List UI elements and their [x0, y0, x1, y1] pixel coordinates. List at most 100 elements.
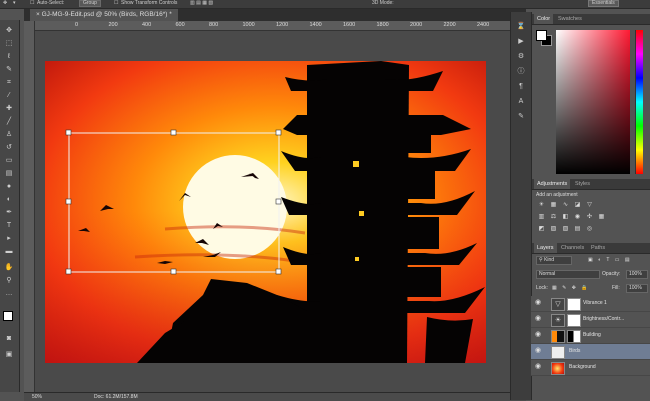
- add-adjustment-label: Add an adjustment: [536, 192, 578, 198]
- bw-adjust-icon[interactable]: ◧: [562, 214, 569, 221]
- tab-channels[interactable]: Channels: [558, 243, 587, 253]
- more-tools-icon[interactable]: …: [3, 289, 15, 299]
- blur-tool-icon[interactable]: ●: [3, 182, 15, 192]
- fill-field[interactable]: 100%: [626, 284, 648, 293]
- filter-kind-value: Kind: [544, 257, 555, 263]
- posterize-adjust-icon[interactable]: ▨: [550, 226, 557, 233]
- hand-tool-icon[interactable]: ✋: [3, 263, 15, 273]
- ruler-tick-label: 2200: [443, 22, 456, 28]
- hue-slider[interactable]: [635, 30, 643, 174]
- auto-select-label: Auto-Select:: [37, 0, 65, 6]
- document-tab[interactable]: × GJ-MG-9-Edit.psd @ 50% (Birds, RGB/16*…: [30, 9, 178, 21]
- layer-row[interactable]: ◉ ☀ Brightness/Contr...: [531, 312, 650, 328]
- tab-layers[interactable]: Layers: [534, 243, 557, 253]
- layer-row[interactable]: ◉ ▽ Vibrance 1: [531, 296, 650, 312]
- tab-swatches[interactable]: Swatches: [555, 14, 585, 24]
- tool-preset-chevron-icon[interactable]: ▾: [13, 0, 16, 7]
- color-picker-field[interactable]: [556, 30, 630, 174]
- show-transform-checkbox[interactable]: ☐: [114, 0, 118, 7]
- channel-mixer-adjust-icon[interactable]: ✣: [586, 214, 593, 221]
- layer-row-selected[interactable]: ◉ Birds: [531, 344, 650, 360]
- tab-adjustments[interactable]: Adjustments: [534, 179, 571, 189]
- layer-mask-thumb: [567, 330, 581, 343]
- eraser-tool-icon[interactable]: ▭: [3, 156, 15, 166]
- history-brush-tool-icon[interactable]: ↺: [3, 143, 15, 153]
- auto-select-dropdown[interactable]: Group: [79, 0, 101, 7]
- character-icon[interactable]: A: [516, 97, 526, 107]
- visibility-eye-icon[interactable]: ◉: [535, 299, 541, 307]
- layer-row[interactable]: ◉ Background: [531, 360, 650, 376]
- brush-presets-icon[interactable]: ✎: [516, 112, 526, 122]
- tools-panel: ✥ ⬚ ℓ ✎ ⌗ ⁄ ✚ ╱ ♙ ↺ ▭ ▤ ● ◐ ✒ T ▸ ▬ ✋ ⚲ …: [0, 20, 20, 392]
- screen-mode-icon[interactable]: ▣: [3, 350, 15, 360]
- brush-tool-icon[interactable]: ╱: [3, 117, 15, 127]
- ruler-tick-label: 800: [209, 22, 219, 28]
- color-balance-adjust-icon[interactable]: ⚖: [550, 214, 557, 221]
- auto-select-checkbox[interactable]: ☐: [30, 0, 34, 7]
- workspace-switcher[interactable]: Essentials: [588, 0, 619, 7]
- history-icon[interactable]: ⌛: [516, 22, 526, 32]
- ruler-tick-label: 1000: [242, 22, 255, 28]
- zoom-tool-icon[interactable]: ⚲: [3, 276, 15, 286]
- blend-mode-dropdown[interactable]: Normal: [536, 270, 600, 279]
- properties-icon[interactable]: ⚙: [516, 52, 526, 62]
- layer-row[interactable]: ◉ Building: [531, 328, 650, 344]
- adjustment-layer-thumb: ▽: [551, 298, 565, 311]
- crop-tool-icon[interactable]: ⌗: [3, 78, 15, 88]
- path-select-tool-icon[interactable]: ▸: [3, 234, 15, 244]
- actions-icon[interactable]: ▶: [516, 37, 526, 47]
- layer-thumb: [551, 362, 565, 375]
- quick-mask-icon[interactable]: ◙: [3, 334, 15, 344]
- visibility-eye-icon[interactable]: ◉: [535, 363, 541, 371]
- photo-filter-adjust-icon[interactable]: ◉: [574, 214, 581, 221]
- curves-adjust-icon[interactable]: ∿: [562, 202, 569, 209]
- layer-name: Background: [569, 364, 596, 370]
- selective-color-adjust-icon[interactable]: ◎: [586, 226, 593, 233]
- tab-paths[interactable]: Paths: [588, 243, 608, 253]
- visibility-eye-icon[interactable]: ◉: [535, 347, 541, 355]
- lock-buttons[interactable]: ▦ ✎ ✥ 🔒: [552, 284, 590, 292]
- sun-shape: [183, 155, 287, 259]
- align-buttons[interactable]: ▥ ▤ ▦ ▧: [190, 0, 213, 7]
- layer-filter-kind[interactable]: ⚲ Kind: [536, 256, 572, 265]
- move-tool-icon[interactable]: ✥: [3, 0, 7, 7]
- threshold-adjust-icon[interactable]: ▧: [562, 226, 569, 233]
- hue-sat-adjust-icon[interactable]: ▥: [538, 214, 545, 221]
- tab-styles[interactable]: Styles: [572, 179, 593, 189]
- layer-thumb: [551, 330, 565, 343]
- gradient-tool-icon[interactable]: ▤: [3, 169, 15, 179]
- brightness-adjust-icon[interactable]: ☀: [538, 202, 545, 209]
- lookup-adjust-icon[interactable]: ▦: [598, 214, 605, 221]
- opacity-field[interactable]: 100%: [626, 270, 648, 279]
- vibrance-adjust-icon[interactable]: ▽: [586, 202, 593, 209]
- eyedropper-tool-icon[interactable]: ⁄: [3, 91, 15, 101]
- info-icon[interactable]: ⓘ: [516, 67, 526, 77]
- ruler-tick-label: 1600: [343, 22, 356, 28]
- paragraph-icon[interactable]: ¶: [516, 82, 526, 92]
- clone-stamp-tool-icon[interactable]: ♙: [3, 130, 15, 140]
- ruler-tick-label: 1800: [376, 22, 389, 28]
- tab-color[interactable]: Color: [534, 14, 554, 24]
- dodge-tool-icon[interactable]: ◐: [3, 195, 15, 205]
- close-tab-icon[interactable]: ×: [36, 11, 40, 18]
- lasso-tool-icon[interactable]: ℓ: [3, 52, 15, 62]
- visibility-eye-icon[interactable]: ◉: [535, 331, 541, 339]
- document-canvas[interactable]: [45, 61, 486, 363]
- marquee-tool-icon[interactable]: ⬚: [3, 39, 15, 49]
- invert-adjust-icon[interactable]: ◩: [538, 226, 545, 233]
- gradient-map-adjust-icon[interactable]: ▤: [574, 226, 581, 233]
- mode-3d-label: 3D Mode:: [372, 0, 394, 6]
- layer-filter-buttons[interactable]: ▣ ◐ T ▭ ▤: [588, 256, 632, 264]
- panel-foreground-swatch[interactable]: [536, 30, 547, 41]
- quick-select-tool-icon[interactable]: ✎: [3, 65, 15, 75]
- type-tool-icon[interactable]: T: [3, 221, 15, 231]
- exposure-adjust-icon[interactable]: ◪: [574, 202, 581, 209]
- spot-heal-tool-icon[interactable]: ✚: [3, 104, 15, 114]
- move-tool-icon[interactable]: ✥: [3, 26, 15, 36]
- shape-tool-icon[interactable]: ▬: [3, 247, 15, 257]
- levels-adjust-icon[interactable]: ▦: [550, 202, 557, 209]
- foreground-color-swatch[interactable]: [3, 311, 13, 321]
- panel-icon-strip: ⌛ ▶ ⚙ ⓘ ¶ A ✎: [510, 12, 531, 400]
- pen-tool-icon[interactable]: ✒: [3, 208, 15, 218]
- visibility-eye-icon[interactable]: ◉: [535, 315, 541, 323]
